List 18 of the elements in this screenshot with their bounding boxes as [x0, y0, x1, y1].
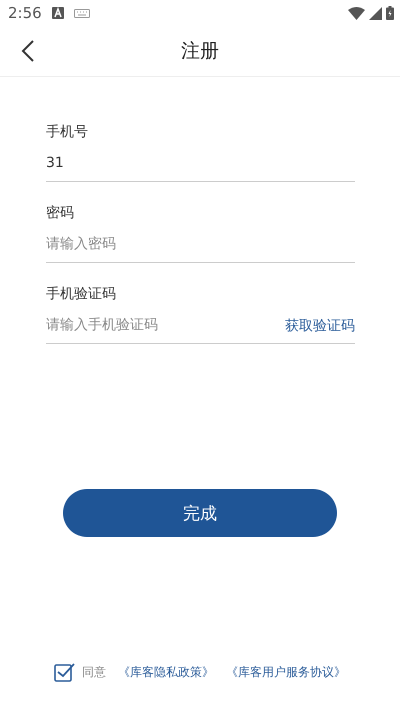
input-field[interactable]: 请输入密码: [46, 230, 355, 263]
battery-icon: [386, 6, 394, 20]
signal-icon: [369, 6, 382, 20]
notification-icon: [52, 7, 64, 19]
agreement-text: 同意: [82, 664, 106, 680]
field-label: 手机验证码: [46, 285, 116, 303]
checkbox[interactable]: [54, 662, 76, 682]
policy-link[interactable]: 《库客隐私政策》: [118, 664, 214, 680]
wifi-icon: [348, 6, 365, 20]
field-label: 手机号: [46, 123, 88, 141]
page-title: 注册: [181, 39, 219, 64]
submit-button[interactable]: 完成: [63, 489, 337, 537]
input-field[interactable]: 31: [46, 149, 355, 182]
get-code-link[interactable]: 获取验证码: [285, 315, 355, 337]
policy-link[interactable]: 《库客用户服务协议》: [226, 664, 346, 680]
status-time: 2:56: [8, 4, 42, 22]
field-label: 密码: [46, 204, 74, 222]
keyboard-icon: [74, 8, 90, 18]
